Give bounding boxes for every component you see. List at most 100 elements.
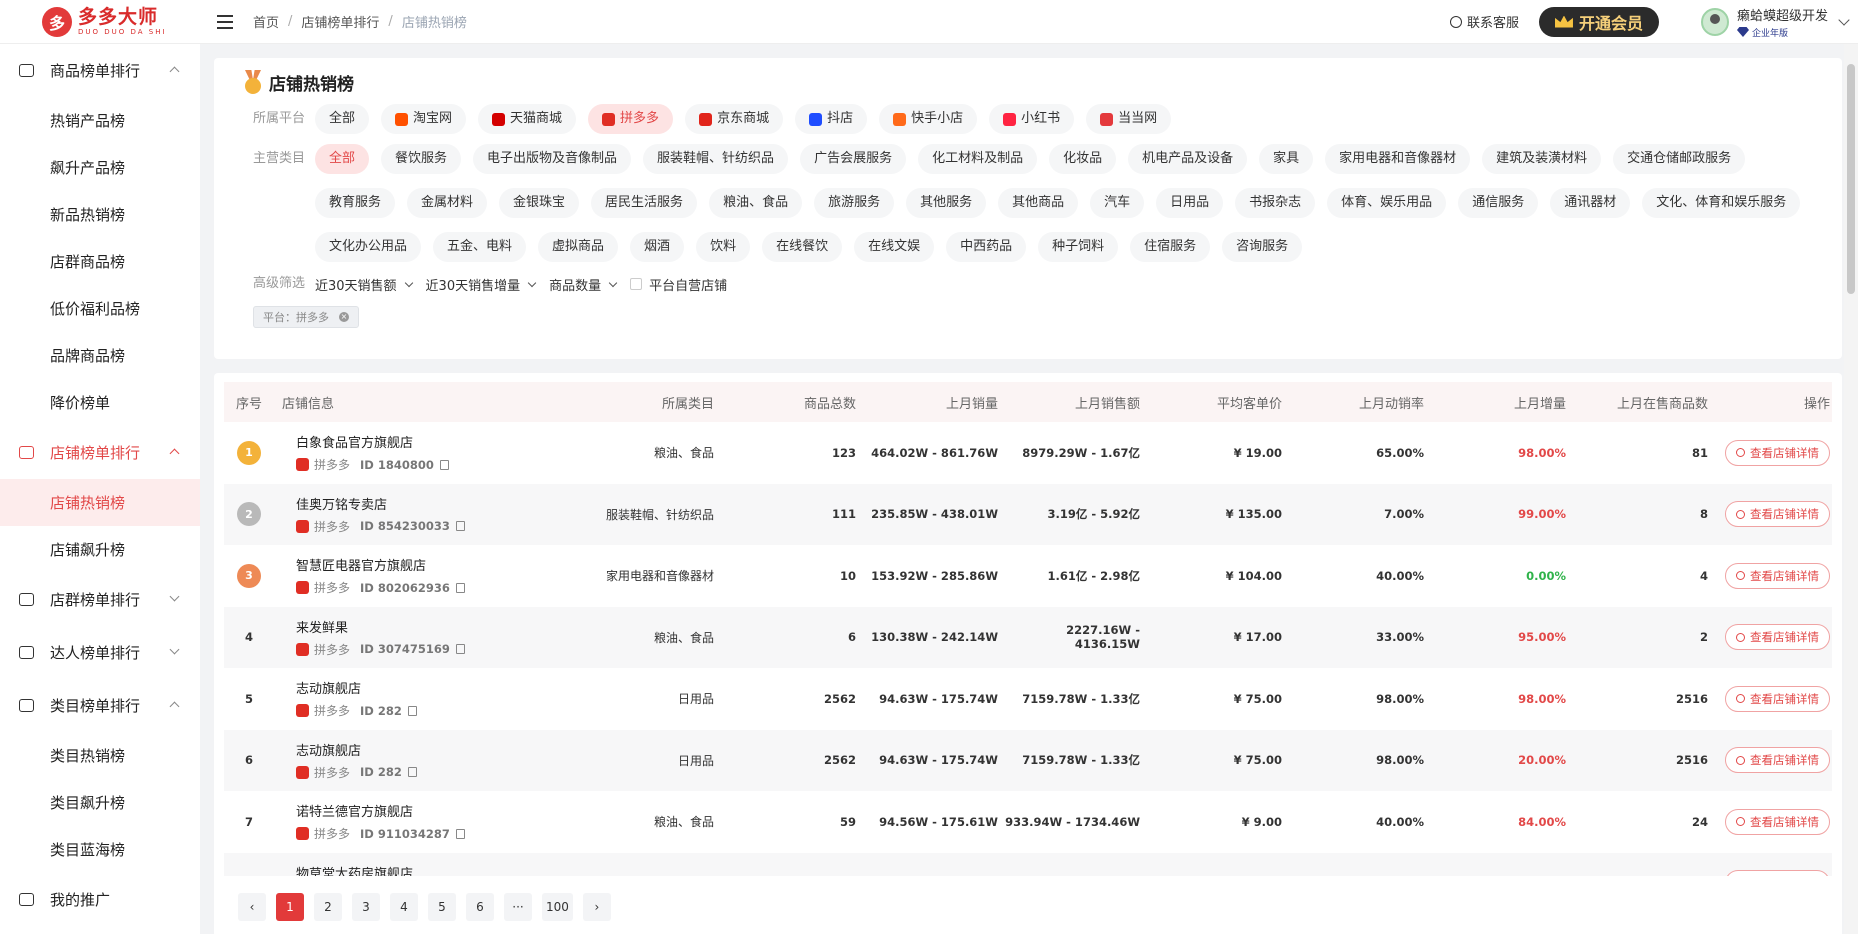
scrollbar[interactable] [1844, 44, 1858, 934]
shop-name[interactable]: 智慧匠电器官方旗舰店 [274, 555, 524, 574]
view-shop-detail-button[interactable]: 查看店铺详情 [1725, 562, 1830, 589]
sidebar-group[interactable]: 达人榜单排行 [0, 626, 200, 679]
copy-icon[interactable] [407, 767, 417, 778]
sidebar-item[interactable]: 低价福利品榜 [0, 285, 200, 332]
category-chip[interactable]: 文化、体育和娱乐服务 [1642, 188, 1801, 218]
page-button[interactable]: 4 [390, 893, 418, 921]
sidebar-item[interactable]: 品牌商品榜 [0, 332, 200, 379]
sidebar-item[interactable]: 类目飙升榜 [0, 779, 200, 826]
sidebar-item[interactable]: 店铺热销榜 [0, 479, 200, 526]
view-shop-detail-button[interactable]: 查看店铺详情 [1725, 501, 1830, 528]
sidebar-item[interactable]: 类目蓝海榜 [0, 826, 200, 873]
copy-icon[interactable] [407, 705, 417, 716]
category-chip[interactable]: 五金、电料 [433, 232, 527, 262]
category-chip[interactable]: 烟酒 [630, 232, 685, 262]
category-chip[interactable]: 金属材料 [407, 188, 488, 218]
platform-chip[interactable]: 小红书 [989, 104, 1075, 134]
self-operated-checkbox[interactable]: 平台自营店铺 [630, 275, 727, 294]
copy-icon[interactable] [455, 582, 465, 593]
view-shop-detail-button[interactable]: 查看店铺详情 [1725, 808, 1830, 835]
shop-name[interactable]: 白象食品官方旗舰店 [274, 432, 524, 451]
category-chip[interactable]: 在线文娱 [854, 232, 935, 262]
page-button[interactable]: ··· [504, 893, 532, 921]
category-chip[interactable]: 建筑及装潢材料 [1482, 144, 1602, 174]
sort-sales-growth-dropdown[interactable]: 近30天销售增量 [426, 275, 537, 294]
category-chip[interactable]: 在线餐饮 [762, 232, 843, 262]
category-chip[interactable]: 旅游服务 [814, 188, 895, 218]
platform-chip[interactable]: 全部 [315, 104, 370, 134]
sidebar-group[interactable]: 店群榜单排行 [0, 573, 200, 626]
page-button[interactable]: 5 [428, 893, 456, 921]
platform-chip[interactable]: 拼多多 [588, 104, 674, 134]
chevron-down-icon[interactable] [1838, 13, 1850, 26]
breadcrumb-home[interactable]: 首页 [253, 12, 279, 31]
category-chip[interactable]: 其他商品 [998, 188, 1079, 218]
category-chip[interactable]: 书报杂志 [1235, 188, 1316, 218]
view-shop-detail-button[interactable]: 查看店铺详情 [1725, 685, 1830, 712]
close-icon[interactable]: × [339, 312, 349, 322]
category-chip[interactable]: 家用电器和音像器材 [1325, 144, 1471, 174]
page-button[interactable]: 100 [542, 893, 573, 921]
category-chip[interactable]: 咨询服务 [1222, 232, 1303, 262]
category-chip[interactable]: 全部 [315, 144, 370, 174]
category-chip[interactable]: 化工材料及制品 [918, 144, 1038, 174]
sidebar-group[interactable]: 店铺榜单排行 [0, 426, 200, 479]
menu-toggle-icon[interactable] [217, 14, 233, 29]
page-button[interactable]: 3 [352, 893, 380, 921]
page-button[interactable]: 1 [276, 893, 304, 921]
view-shop-detail-button[interactable]: 查看店铺详情 [1725, 747, 1830, 774]
shop-name[interactable]: 诺特兰德官方旗舰店 [274, 801, 524, 820]
category-chip[interactable]: 饮料 [696, 232, 751, 262]
category-chip[interactable]: 家具 [1259, 144, 1314, 174]
contact-service-link[interactable]: 联系客服 [1449, 12, 1519, 31]
category-chip[interactable]: 金银珠宝 [499, 188, 580, 218]
category-chip[interactable]: 通讯器材 [1550, 188, 1631, 218]
category-chip[interactable]: 服装鞋帽、针纺织品 [643, 144, 789, 174]
category-chip[interactable]: 电子出版物及音像制品 [473, 144, 632, 174]
sidebar-item[interactable]: 店群商品榜 [0, 238, 200, 285]
platform-chip[interactable]: 抖店 [795, 104, 868, 134]
next-page-button[interactable]: › [582, 893, 611, 921]
category-chip[interactable]: 居民生活服务 [591, 188, 698, 218]
sidebar-group[interactable]: 类目榜单排行 [0, 679, 200, 732]
page-button[interactable]: 2 [314, 893, 342, 921]
category-chip[interactable]: 汽车 [1090, 188, 1145, 218]
shop-name[interactable]: 志动旗舰店 [274, 678, 524, 697]
platform-chip[interactable]: 当当网 [1086, 104, 1172, 134]
platform-chip[interactable]: 天猫商城 [478, 104, 577, 134]
category-chip[interactable]: 其他服务 [906, 188, 987, 218]
category-chip[interactable]: 餐饮服务 [381, 144, 462, 174]
category-chip[interactable]: 种子饲料 [1038, 232, 1119, 262]
platform-chip[interactable]: 淘宝网 [381, 104, 467, 134]
category-chip[interactable]: 化妆品 [1049, 144, 1117, 174]
logo[interactable]: 多 多多大师 DUO DUO DA SHI [0, 6, 200, 37]
sidebar-item[interactable]: 热销产品榜 [0, 97, 200, 144]
sidebar-item[interactable]: 新品热销榜 [0, 191, 200, 238]
shop-name[interactable]: 志动旗舰店 [274, 740, 524, 759]
product-count-dropdown[interactable]: 商品数量 [549, 275, 618, 294]
category-chip[interactable]: 教育服务 [315, 188, 396, 218]
category-chip[interactable]: 住宿服务 [1130, 232, 1211, 262]
category-chip[interactable]: 文化办公用品 [315, 232, 422, 262]
checkbox-box[interactable] [630, 278, 643, 290]
copy-icon[interactable] [455, 521, 465, 532]
category-chip[interactable]: 粮油、食品 [709, 188, 803, 218]
category-chip[interactable]: 通信服务 [1458, 188, 1539, 218]
copy-icon[interactable] [455, 644, 465, 655]
open-vip-button[interactable]: 开通会员 [1538, 6, 1659, 37]
copy-icon[interactable] [439, 459, 449, 470]
category-chip[interactable]: 日用品 [1156, 188, 1224, 218]
scrollbar-thumb[interactable] [1847, 64, 1855, 294]
view-shop-detail-button[interactable]: 查看店铺详情 [1725, 439, 1830, 466]
category-chip[interactable]: 广告会展服务 [800, 144, 907, 174]
sidebar-item[interactable]: 店铺飙升榜 [0, 526, 200, 573]
breadcrumb-shop-rank[interactable]: 店铺榜单排行 [301, 12, 379, 31]
sidebar-item[interactable]: 飙升产品榜 [0, 144, 200, 191]
sidebar-item[interactable]: 类目热销榜 [0, 732, 200, 779]
shop-name[interactable]: 佳奥万铭专卖店 [274, 494, 524, 513]
view-shop-detail-button[interactable]: 查看店铺详情 [1725, 624, 1830, 651]
category-chip[interactable]: 体育、娱乐用品 [1327, 188, 1447, 218]
category-chip[interactable]: 虚拟商品 [538, 232, 619, 262]
copy-icon[interactable] [455, 828, 465, 839]
avatar[interactable] [1700, 7, 1729, 36]
